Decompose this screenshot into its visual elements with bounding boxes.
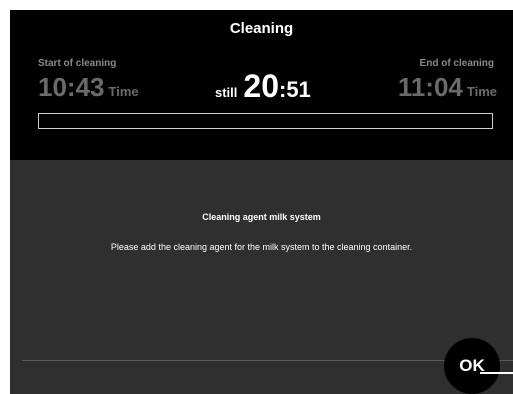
end-of-cleaning-label: End of cleaning bbox=[419, 58, 494, 69]
end-time-unit: Time bbox=[466, 84, 497, 99]
start-of-cleaning-label: Start of cleaning bbox=[38, 58, 117, 69]
cleaning-header: Cleaning Start of cleaning 10:43 Time sti… bbox=[10, 10, 513, 160]
end-time-value: 11:04 bbox=[397, 72, 463, 102]
message-panel: Cleaning agent milk system Please add th… bbox=[10, 160, 513, 394]
cleaning-progress-bar bbox=[38, 113, 493, 129]
page-title: Cleaning bbox=[229, 20, 294, 37]
divider bbox=[22, 360, 513, 361]
remaining-time: still 20:51 bbox=[215, 68, 311, 105]
remaining-minutes: 20 bbox=[243, 68, 279, 104]
message-title: Cleaning agent milk system bbox=[202, 212, 321, 222]
start-time-unit: Time bbox=[108, 84, 139, 99]
ok-focus-indicator bbox=[480, 372, 513, 374]
start-time-value: 10:43 bbox=[38, 72, 105, 102]
message-text: Please add the cleaning agent for the mi… bbox=[110, 242, 413, 252]
end-time: 11:04 Time bbox=[398, 72, 497, 103]
cleaning-screen: Cleaning Start of cleaning 10:43 Time sti… bbox=[10, 10, 513, 394]
remaining-seconds: :51 bbox=[279, 77, 311, 102]
remaining-prefix: still bbox=[215, 85, 238, 100]
start-time: 10:43 Time bbox=[38, 72, 139, 103]
ok-button[interactable]: OK bbox=[444, 338, 500, 394]
